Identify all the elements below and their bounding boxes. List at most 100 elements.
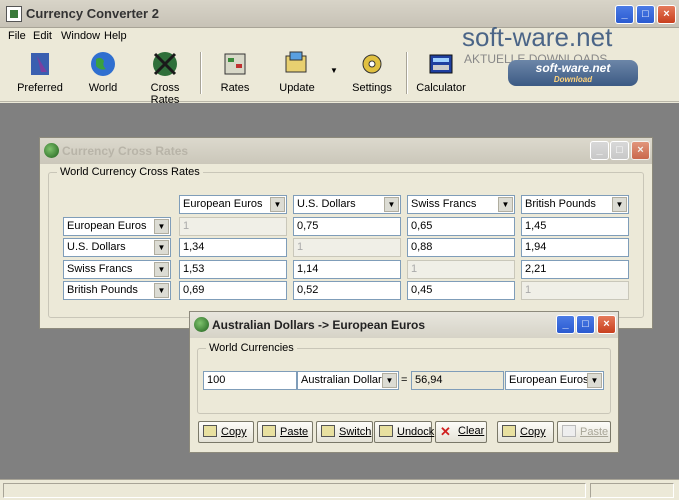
column-currency-select[interactable]: Swiss Francs ▼ — [407, 195, 515, 214]
rate-cell[interactable]: 0,52 — [293, 281, 401, 300]
rate-cell[interactable]: 0,75 — [293, 217, 401, 236]
switch-icon — [321, 425, 335, 437]
column-currency-value: U.S. Dollars — [297, 198, 356, 210]
close-button[interactable]: × — [631, 141, 650, 160]
rate-cell[interactable]: 1,45 — [521, 217, 629, 236]
watermark-badge: soft-ware.net Download — [508, 60, 638, 86]
minimize-button[interactable]: _ — [556, 315, 575, 334]
status-bar — [0, 479, 679, 500]
converter-title: Australian Dollars -> European Euros — [212, 318, 426, 332]
world-button[interactable]: World — [77, 50, 129, 98]
switch-label: Switch — [339, 426, 372, 438]
undock-icon — [379, 425, 393, 437]
copy-icon — [203, 425, 217, 437]
chevron-down-icon: ▼ — [154, 283, 169, 298]
chevron-down-icon: ▼ — [612, 197, 627, 212]
rate-cell[interactable]: 1,34 — [179, 238, 287, 257]
column-currency-value: European Euros — [183, 198, 263, 210]
paste-label: Paste — [580, 426, 609, 438]
toolbar-separator — [200, 52, 202, 94]
cross-rates-button[interactable]: Cross Rates — [139, 50, 191, 106]
copy-button[interactable]: Copy — [497, 421, 554, 443]
column-currency-select[interactable]: British Pounds ▼ — [521, 195, 629, 214]
cross-rates-window: Currency Cross Rates _ □ × World Currenc… — [39, 137, 653, 329]
row-currency-value: Swiss Francs — [67, 263, 133, 275]
rates-button[interactable]: Rates — [209, 50, 261, 98]
to-currency-select[interactable]: European Euros ▼ — [505, 371, 604, 390]
rate-cell[interactable]: 1,94 — [521, 238, 629, 257]
cross-rates-group-label: World Currency Cross Rates — [57, 166, 203, 178]
paste-button[interactable]: Paste — [257, 421, 313, 443]
cross-rates-icon — [153, 52, 177, 76]
preferred-label: Preferred — [17, 82, 63, 94]
rate-cell[interactable]: 0,65 — [407, 217, 515, 236]
rate-cell: 1 — [407, 260, 515, 279]
row-currency-select[interactable]: British Pounds ▼ — [63, 281, 171, 300]
rate-cell[interactable]: 1,53 — [179, 260, 287, 279]
row-currency-select[interactable]: Swiss Francs ▼ — [63, 260, 171, 279]
cross-rates-title-bar[interactable]: Currency Cross Rates _ □ × — [40, 138, 652, 164]
rate-cell[interactable]: 1,14 — [293, 260, 401, 279]
rate-cell: 1 — [293, 238, 401, 257]
result-field: 56,94 — [411, 371, 504, 390]
chevron-down-icon: ▼ — [384, 197, 399, 212]
rate-cell[interactable]: 2,21 — [521, 260, 629, 279]
copy-label: Copy — [221, 426, 247, 438]
equals-sign: = — [401, 374, 408, 386]
clear-icon: ✕ — [440, 424, 451, 439]
rate-cell[interactable]: 0,45 — [407, 281, 515, 300]
menu-window[interactable]: Window — [61, 30, 100, 42]
close-button[interactable]: × — [597, 315, 616, 334]
row-currency-value: U.S. Dollars — [67, 241, 126, 253]
preferred-button[interactable]: Preferred — [14, 50, 66, 98]
minimize-button[interactable]: _ — [590, 141, 609, 160]
settings-icon — [362, 54, 382, 74]
watermark-logo: soft-ware.net — [462, 22, 613, 52]
settings-button[interactable]: Settings — [346, 50, 398, 98]
rate-cell[interactable]: 0,88 — [407, 238, 515, 257]
rate-cell[interactable]: 0,69 — [179, 281, 287, 300]
preferred-icon — [31, 53, 49, 75]
menu-file[interactable]: File — [8, 30, 26, 42]
converter-title-bar[interactable]: Australian Dollars -> European Euros _ □… — [190, 312, 618, 338]
paste-icon — [262, 425, 276, 437]
menu-help[interactable]: Help — [104, 30, 127, 42]
menu-edit[interactable]: Edit — [33, 30, 52, 42]
chevron-down-icon: ▼ — [587, 373, 602, 388]
amount-input[interactable]: 100 — [203, 371, 297, 390]
update-button[interactable]: Update — [271, 50, 323, 98]
clear-button[interactable]: ✕ Clear — [435, 421, 487, 443]
converter-window: Australian Dollars -> European Euros _ □… — [189, 311, 619, 453]
copy-icon — [502, 425, 516, 437]
undock-label: Undock — [397, 426, 435, 438]
rates-icon — [224, 53, 246, 75]
maximize-button[interactable]: □ — [576, 315, 595, 334]
globe-icon — [44, 143, 59, 158]
chevron-down-icon: ▼ — [270, 197, 285, 212]
globe-icon — [91, 52, 115, 76]
clear-label: Clear — [458, 425, 485, 437]
row-currency-value: British Pounds — [67, 284, 138, 296]
from-currency-select[interactable]: Australian Dollars ▼ — [297, 371, 399, 390]
paste-button: Paste — [557, 421, 611, 443]
column-currency-select[interactable]: U.S. Dollars ▼ — [293, 195, 401, 214]
column-currency-select[interactable]: European Euros ▼ — [179, 195, 287, 214]
rate-cell: 1 — [521, 281, 629, 300]
watermark-badge-text: soft-ware.net — [535, 61, 611, 75]
world-currencies-label: World Currencies — [206, 342, 297, 354]
row-currency-select[interactable]: U.S. Dollars ▼ — [63, 238, 171, 257]
globe-icon — [194, 317, 209, 332]
watermark: soft-ware.net AKTUELLE DOWNLOADS soft-wa… — [458, 22, 674, 86]
chevron-down-icon: ▼ — [154, 262, 169, 277]
undock-button[interactable]: Undock — [374, 421, 435, 443]
update-label: Update — [279, 82, 315, 94]
chevron-down-icon: ▼ — [382, 373, 397, 388]
maximize-button[interactable]: □ — [610, 141, 629, 160]
update-dropdown-arrow[interactable]: ▼ — [330, 66, 338, 75]
from-currency-value: Australian Dollars — [301, 374, 388, 386]
switch-button[interactable]: Switch — [316, 421, 373, 443]
chevron-down-icon: ▼ — [154, 240, 169, 255]
watermark-badge-sub: Download — [553, 75, 593, 84]
row-currency-select[interactable]: European Euros ▼ — [63, 217, 171, 236]
copy-button[interactable]: Copy — [198, 421, 254, 443]
